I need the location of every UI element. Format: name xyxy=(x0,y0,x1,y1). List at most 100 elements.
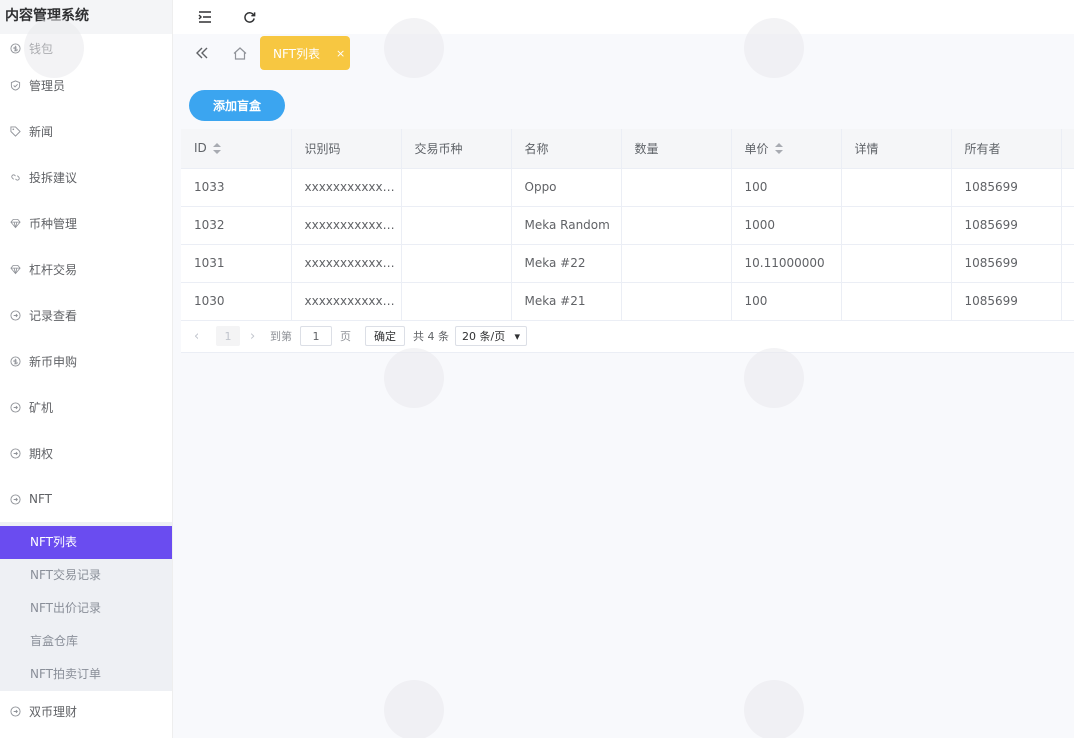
table-cell-overflow xyxy=(1061,282,1074,321)
column-header-overflow xyxy=(1061,129,1074,169)
sidebar-item-label: 双币理财 xyxy=(29,704,78,719)
table-cell: Oppo xyxy=(511,168,622,207)
submenu-item[interactable]: 盲盒仓库 xyxy=(0,625,172,658)
diamond-icon xyxy=(9,263,21,275)
add-blind-box-button[interactable]: 添加盲盒 xyxy=(189,90,285,121)
diamond-icon xyxy=(9,217,21,229)
next-page-icon[interactable]: › xyxy=(250,329,262,344)
watermark-logo xyxy=(744,348,804,408)
table-cell xyxy=(401,282,512,321)
column-header-label: 名称 xyxy=(524,141,549,156)
table-cell xyxy=(621,206,732,245)
column-header-label: 交易币种 xyxy=(414,141,463,156)
table-cell xyxy=(841,168,952,207)
circle-arrow-icon xyxy=(9,705,21,717)
top-bar xyxy=(173,0,1074,34)
circle-arrow-icon xyxy=(9,309,21,321)
column-header: 识别码 xyxy=(291,129,402,169)
sidebar-item[interactable]: 投拆建议 xyxy=(0,154,172,200)
table-row[interactable]: 1030xxxxxxxxxxxxxxxxxx Meka #21 100 1085699 xyxy=(181,282,1074,321)
sidebar-item-label: 管理员 xyxy=(29,78,66,93)
table-cell xyxy=(841,244,952,283)
table-cell-overflow xyxy=(1061,206,1074,245)
confirm-button[interactable]: 确定 xyxy=(365,326,405,346)
sidebar-item[interactable]: 矿机 xyxy=(0,384,172,430)
table-row[interactable]: 1032xxxxxxxxxxxxxxxxxx Meka Random 1000 108… xyxy=(181,206,1074,245)
dollar-circle-icon xyxy=(9,42,21,54)
sort-icon[interactable] xyxy=(212,142,221,155)
table-cell xyxy=(621,244,732,283)
sidebar-item-label: 期权 xyxy=(29,446,54,461)
close-icon[interactable]: × xyxy=(336,47,345,60)
sort-icon[interactable] xyxy=(774,143,783,155)
table-cell xyxy=(401,206,512,245)
nft-submenu: NFT列表 NFT交易记录 NFT出价记录 盲盒仓库 NFT拍卖订单 xyxy=(0,522,172,691)
table-cell: xxxxxxxxxxxxxxxxxx xyxy=(291,282,402,321)
sidebar-item[interactable]: 管理员 xyxy=(0,62,172,108)
table-cell xyxy=(621,168,732,207)
column-header[interactable]: 单价 xyxy=(731,129,842,169)
table-cell: Meka #22 xyxy=(511,244,622,283)
column-header: 所有者 xyxy=(951,129,1062,169)
column-header: 数量 xyxy=(621,129,732,169)
table-cell: xxxxxxxxxxxxxxxxxx xyxy=(291,168,402,207)
tag-icon xyxy=(9,125,21,137)
sidebar-item-nft[interactable]: NFT xyxy=(0,476,172,522)
refresh-icon[interactable] xyxy=(241,9,257,25)
watermark-logo xyxy=(384,680,444,738)
table-cell: 100 xyxy=(731,168,842,207)
pagination: ‹ 1 › 到第 1 页 确定 共 4 条 20 条/页 ▾ xyxy=(181,321,1074,353)
sidebar-item-dual-currency[interactable]: 双币理财 xyxy=(0,691,172,731)
table-cell: 1085699 xyxy=(951,282,1062,321)
sidebar-item-label: 新闻 xyxy=(29,124,54,139)
sidebar-item-label: 新币申购 xyxy=(29,354,78,369)
prev-page-icon[interactable]: ‹ xyxy=(194,329,206,344)
tab-label: NFT列表 xyxy=(273,46,320,61)
submenu-item[interactable]: NFT拍卖订单 xyxy=(0,658,172,691)
circle-arrow-icon xyxy=(9,447,21,459)
collapse-menu-icon[interactable] xyxy=(197,9,213,25)
sidebar-item[interactable]: 新闻 xyxy=(0,108,172,154)
table-cell: 1031 xyxy=(181,244,292,283)
sidebar-item[interactable]: 期权 xyxy=(0,430,172,476)
table-cell: 1085699 xyxy=(951,168,1062,207)
sidebar-item[interactable]: 杠杆交易 xyxy=(0,246,172,292)
table-cell-overflow xyxy=(1061,168,1074,207)
table-cell xyxy=(401,168,512,207)
table-cell: xxxxxxxxxxxxxxxxxx xyxy=(291,244,402,283)
column-header: 交易币种 xyxy=(401,129,512,169)
table-cell-overflow xyxy=(1061,244,1074,283)
double-chevron-left-icon[interactable] xyxy=(194,45,210,61)
page-size-select[interactable]: 20 条/页 ▾ xyxy=(455,326,527,346)
column-header[interactable]: ID xyxy=(181,129,292,169)
tab-nft-list[interactable]: NFT列表 × xyxy=(260,36,350,70)
submenu-item[interactable]: NFT出价记录 xyxy=(0,592,172,625)
watermark-logo xyxy=(384,348,444,408)
submenu-item[interactable]: NFT交易记录 xyxy=(0,559,172,592)
sidebar-item[interactable]: 钱包 xyxy=(0,34,172,62)
current-page[interactable]: 1 xyxy=(216,326,240,346)
table-cell: Meka #21 xyxy=(511,282,622,321)
table-cell xyxy=(621,282,732,321)
goto-label: 到第 xyxy=(270,330,292,343)
table-row[interactable]: 1033xxxxxxxxxxxxxxxxxx Oppo 100 1085699 xyxy=(181,168,1074,207)
page-unit-label: 页 xyxy=(340,330,351,343)
home-icon[interactable] xyxy=(232,45,248,61)
goto-page-input[interactable]: 1 xyxy=(300,326,332,346)
sidebar-item-label: 杠杆交易 xyxy=(29,262,78,277)
sidebar-item[interactable]: 新币申购 xyxy=(0,338,172,384)
sidebar-item[interactable]: 记录查看 xyxy=(0,292,172,338)
page-size-value: 20 条/页 xyxy=(462,330,506,343)
table-cell xyxy=(841,206,952,245)
column-header-label: 数量 xyxy=(634,141,659,156)
submenu-item-active[interactable]: NFT列表 xyxy=(0,526,172,559)
sidebar-item[interactable]: 币种管理 xyxy=(0,200,172,246)
table-body: 1033xxxxxxxxxxxxxxxxxxOppo10010856991032… xyxy=(181,168,1074,321)
sidebar-item-label: 投拆建议 xyxy=(29,170,78,185)
sidebar-item-label: 记录查看 xyxy=(29,308,78,323)
table-cell xyxy=(401,244,512,283)
table-row[interactable]: 1031xxxxxxxxxxxxxxxxxx Meka #22 10.1100000… xyxy=(181,244,1074,283)
caret-down-icon: ▾ xyxy=(514,329,520,343)
circle-arrow-icon xyxy=(9,493,21,505)
column-header-label: 所有者 xyxy=(964,141,1001,156)
